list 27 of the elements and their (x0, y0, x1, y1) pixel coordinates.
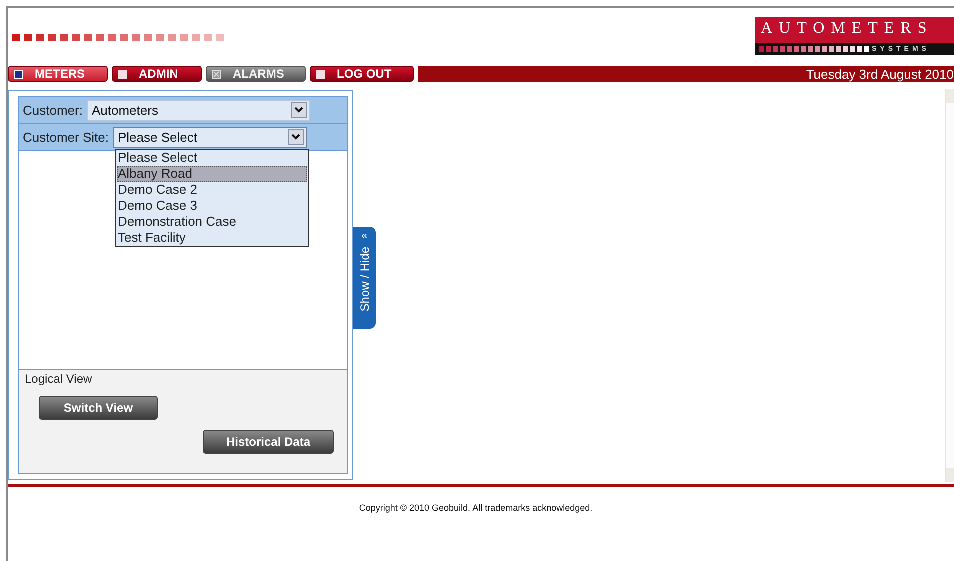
chevron-down-icon (288, 129, 304, 145)
dropdown-option[interactable]: Demonstration Case (117, 214, 307, 230)
scrollbar[interactable] (945, 89, 954, 482)
square-icon (118, 70, 127, 78)
dropdown-option[interactable]: Test Facility (117, 230, 307, 246)
dropdown-option[interactable]: Demo Case 2 (117, 182, 307, 198)
square-icon (14, 70, 23, 78)
nav-tab[interactable]: LOG OUT (310, 66, 414, 82)
square-icon (316, 70, 325, 78)
field-label: Customer Site: (23, 130, 109, 144)
dropdown-option[interactable]: Albany Road (117, 166, 307, 182)
field-label: Customer: (23, 102, 83, 118)
dropdown-field[interactable]: Autometers (86, 100, 310, 120)
copyright-text: Copyright © 2010 Geobuild. All trademarks acknowledged. (359, 503, 593, 513)
nav-tab[interactable]: ADMIN (112, 66, 202, 82)
nav-tab[interactable]: METERS (8, 66, 108, 82)
crossed-square-icon (212, 70, 221, 78)
dropdown-option[interactable]: Please Select (117, 150, 307, 166)
logo-text: AUTOMETERS (760, 19, 934, 39)
view-label: Logical View (25, 372, 94, 386)
dropdown-option[interactable]: Demo Case 3 (117, 198, 307, 214)
switch-view-button[interactable]: Switch View (39, 396, 158, 420)
date-text: Tuesday 3rd August 2010 (806, 66, 954, 82)
historical-data-button[interactable]: Historical Data (203, 430, 334, 454)
show-hide-tab[interactable]: « Show / Hide (353, 227, 376, 329)
dropdown-field[interactable]: Please Select (112, 126, 307, 148)
chevron-down-icon (290, 102, 307, 118)
